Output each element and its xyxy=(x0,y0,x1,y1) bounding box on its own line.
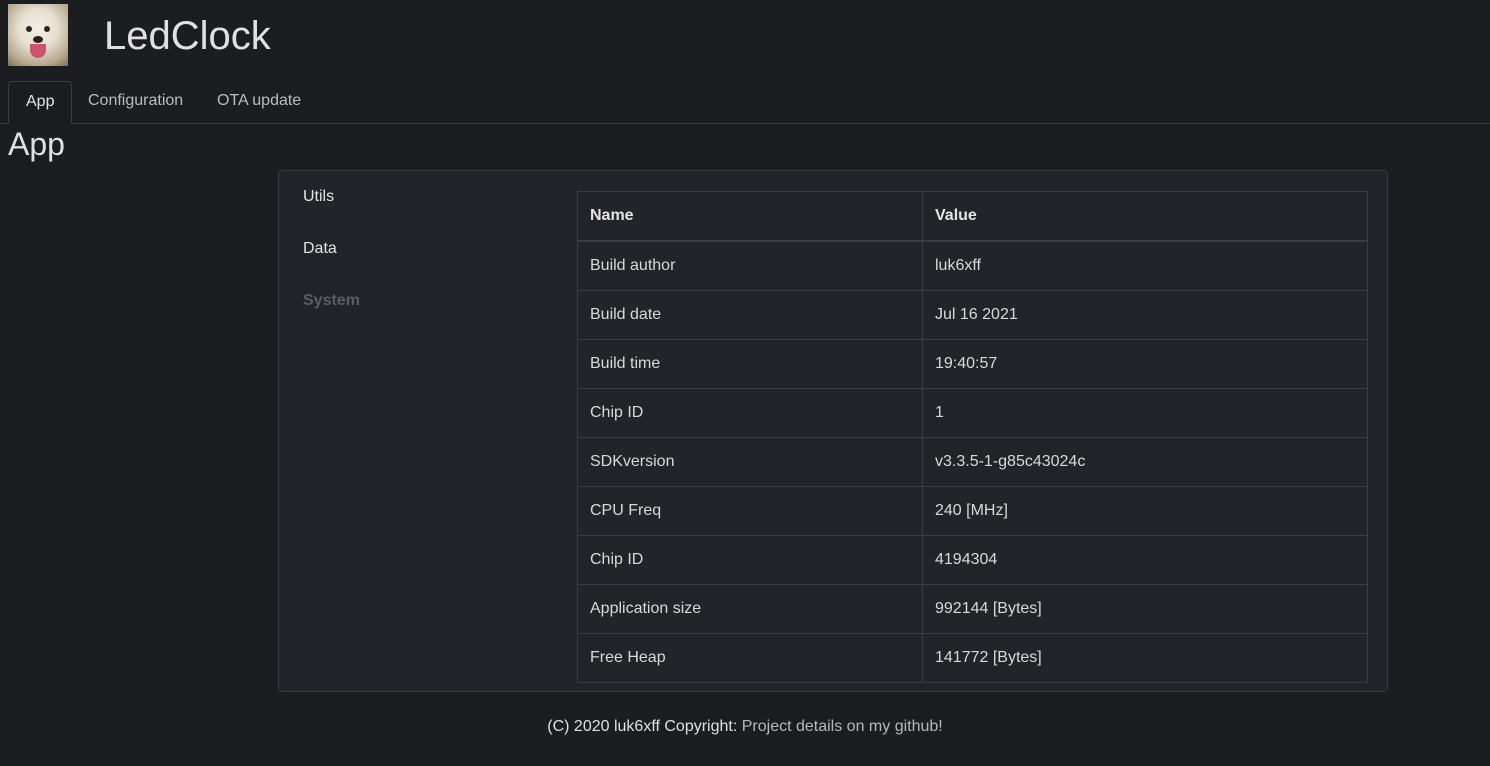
row-name: Build date xyxy=(577,290,923,340)
row-name: SDKversion xyxy=(577,437,923,487)
row-value: 141772 [Bytes] xyxy=(922,633,1368,683)
column-header-value: Value xyxy=(922,191,1368,242)
dog-avatar-logo xyxy=(8,4,68,66)
side-nav-utils[interactable]: Utils xyxy=(279,171,559,223)
table-row: SDKversion v3.3.5-1-g85c43024c xyxy=(577,437,1368,487)
row-value: Jul 16 2021 xyxy=(922,290,1368,340)
header: LedClock xyxy=(0,0,1490,80)
row-value: luk6xff xyxy=(922,240,1368,291)
table-row: Chip ID 1 xyxy=(577,388,1368,438)
table-row: Free Heap 141772 [Bytes] xyxy=(577,633,1368,683)
table-row: Build date Jul 16 2021 xyxy=(577,290,1368,340)
side-nav-data[interactable]: Data xyxy=(279,223,559,275)
app-card: Utils Data System Name Value Build autho… xyxy=(278,170,1388,692)
row-name: Build author xyxy=(577,240,923,291)
row-name: Application size xyxy=(577,584,923,634)
row-value: 1 xyxy=(922,388,1368,438)
page-title: App xyxy=(8,126,65,162)
footer-copyright: (C) 2020 luk6xff Copyright: xyxy=(547,718,742,735)
table-row: Chip ID 4194304 xyxy=(577,535,1368,585)
row-value: 240 [MHz] xyxy=(922,486,1368,536)
table-row: CPU Freq 240 [MHz] xyxy=(577,486,1368,536)
tab-bar: App Configuration OTA update xyxy=(0,81,1490,124)
side-nav-system[interactable]: System xyxy=(279,275,559,327)
row-name: Build time xyxy=(577,339,923,389)
row-value: v3.3.5-1-g85c43024c xyxy=(922,437,1368,487)
table-row: Build author luk6xff xyxy=(577,240,1368,291)
row-value: 19:40:57 xyxy=(922,339,1368,389)
github-link[interactable]: Project details on my github! xyxy=(742,718,943,735)
row-name: Chip ID xyxy=(577,388,923,438)
row-name: CPU Freq xyxy=(577,486,923,536)
app-title: LedClock xyxy=(104,14,271,58)
row-name: Chip ID xyxy=(577,535,923,585)
tab-ota-update[interactable]: OTA update xyxy=(200,81,318,123)
table-row: Build time 19:40:57 xyxy=(577,339,1368,389)
system-info-table: Name Value Build author luk6xff Build da… xyxy=(577,191,1368,683)
table-row: Application size 992144 [Bytes] xyxy=(577,584,1368,634)
tab-app[interactable]: App xyxy=(8,81,73,124)
row-value: 992144 [Bytes] xyxy=(922,584,1368,634)
table-header-row: Name Value xyxy=(577,191,1368,242)
row-value: 4194304 xyxy=(922,535,1368,585)
row-name: Free Heap xyxy=(577,633,923,683)
column-header-name: Name xyxy=(577,191,923,242)
footer: (C) 2020 luk6xff Copyright: Project deta… xyxy=(0,716,1490,738)
tab-configuration[interactable]: Configuration xyxy=(71,81,200,123)
